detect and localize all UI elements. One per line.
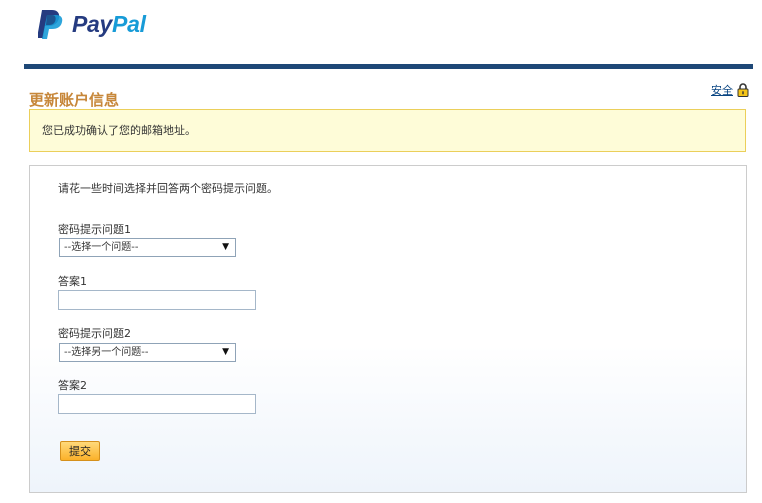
header-divider-bar xyxy=(24,64,753,69)
question1-selected-value: --选择一个问题-- xyxy=(64,242,139,253)
success-notice: 您已成功确认了您的邮箱地址。 xyxy=(29,109,746,152)
logo-pal-text: Pal xyxy=(112,10,146,37)
form-intro-text: 请花一些时间选择并回答两个密码提示问题。 xyxy=(58,182,278,195)
notice-message: 您已成功确认了您的邮箱地址。 xyxy=(42,124,196,137)
page-title: 更新账户信息 xyxy=(29,91,120,109)
logo-pay-text: Pay xyxy=(72,10,113,37)
security-link[interactable]: 安全 xyxy=(711,82,733,98)
question1-label: 密码提示问题1 xyxy=(58,223,131,236)
security-questions-form: 请花一些时间选择并回答两个密码提示问题。 密码提示问题1 --选择一个问题-- … xyxy=(29,165,747,493)
paypal-wordmark: PayPal xyxy=(72,11,146,38)
question2-selected-value: --选择另一个问题-- xyxy=(64,347,149,358)
lock-icon xyxy=(737,83,749,97)
paypal-logo[interactable]: PayPal xyxy=(38,8,146,40)
question2-label: 密码提示问题2 xyxy=(58,327,131,340)
submit-button[interactable]: 提交 xyxy=(60,441,100,461)
security-area: 安全 xyxy=(711,82,749,98)
dropdown-arrow-icon: ▼ xyxy=(222,242,229,252)
paypal-p-icon xyxy=(38,10,63,39)
question2-select[interactable]: --选择另一个问题-- ▼ xyxy=(59,343,236,362)
answer1-input[interactable] xyxy=(58,290,256,310)
answer2-input[interactable] xyxy=(58,394,256,414)
answer2-label: 答案2 xyxy=(58,379,87,392)
dropdown-arrow-icon: ▼ xyxy=(222,347,229,357)
page: PayPal 安全 更新账户信息 您已成功确认了您的邮箱地址。 请花一些时间选择… xyxy=(0,0,762,503)
answer1-label: 答案1 xyxy=(58,275,87,288)
question1-select[interactable]: --选择一个问题-- ▼ xyxy=(59,238,236,257)
